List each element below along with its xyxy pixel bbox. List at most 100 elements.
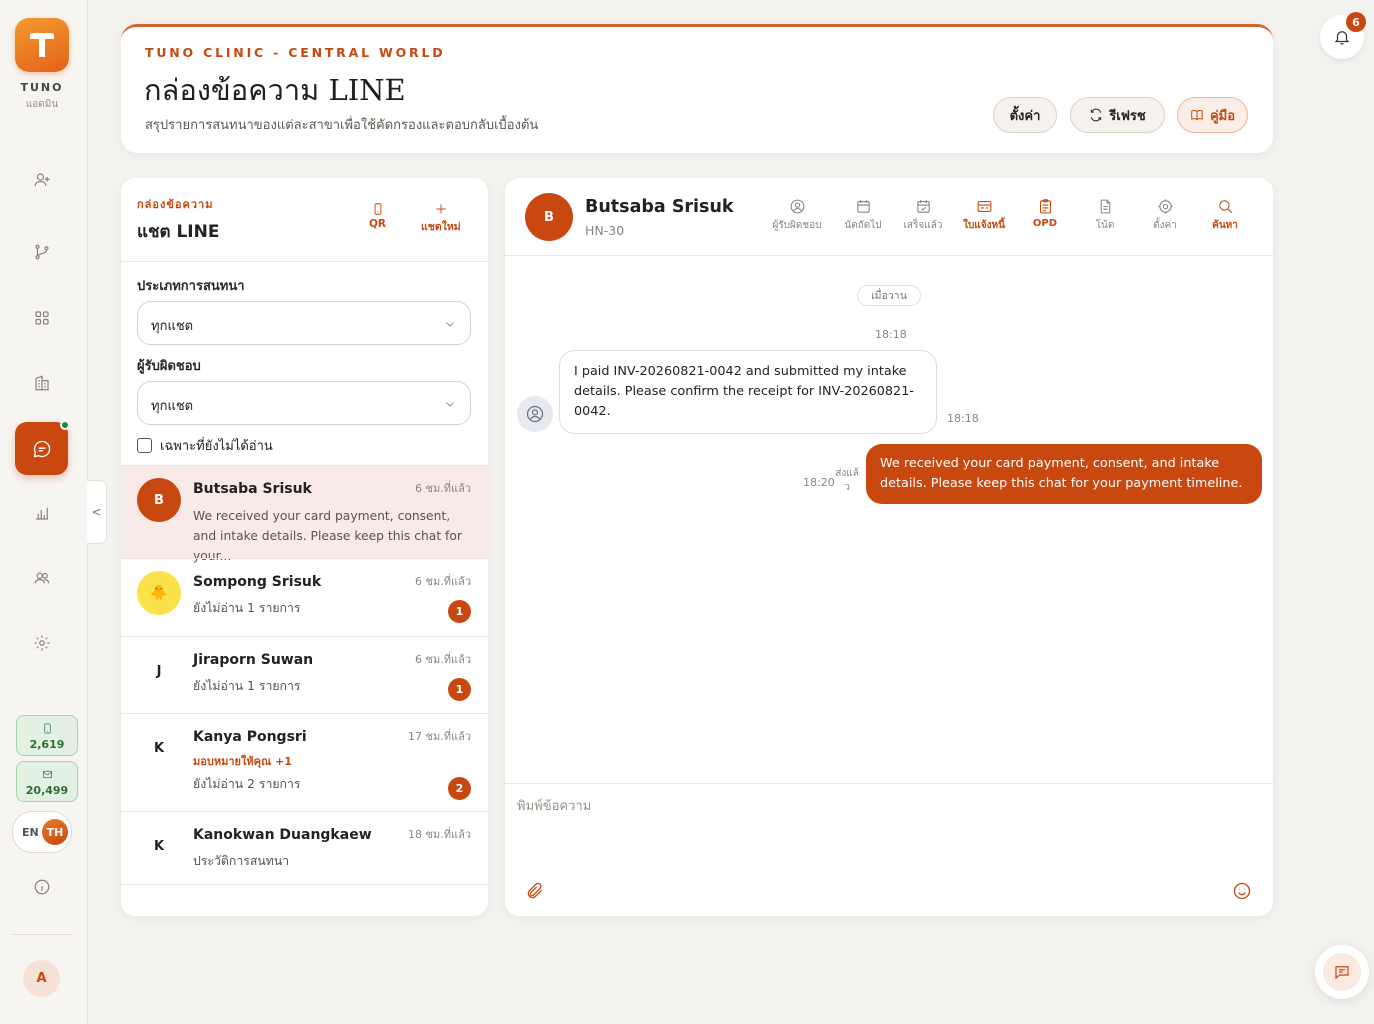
contact-name: Jiraporn Suwan [193, 652, 314, 668]
emoji-button[interactable] [1232, 881, 1252, 905]
avatar: K [153, 838, 165, 854]
divider [505, 783, 1273, 784]
chevron-down-icon [446, 402, 454, 407]
chat-type-select[interactable]: ทุกแชต [137, 301, 471, 345]
avatar: 🐥 [137, 571, 181, 615]
mail-icon [42, 770, 52, 779]
tuno-logo[interactable] [15, 18, 69, 72]
chat-settings-tool[interactable]: ตั้งค่า [1134, 198, 1196, 233]
sms-credit-value: 2,619 [29, 738, 65, 751]
chat-preview: ยังไม่อ่าน 2 รายการ [193, 777, 301, 791]
message-time: 18:20 [803, 476, 835, 489]
tool-label: เสร็จแล้ว [903, 220, 943, 231]
opd-tool[interactable]: OPD [1014, 198, 1076, 229]
user-circle-icon [790, 199, 804, 214]
phone-icon [43, 723, 51, 734]
lang-en-option[interactable]: EN [22, 826, 39, 839]
conversation-panel: B Butsaba Srisuk HN-30 ผู้รับผิดชอบ นัดถ… [505, 178, 1273, 916]
new-chat-button[interactable]: แชตใหม่ [421, 202, 461, 235]
search-tool[interactable]: ค้นหา [1194, 198, 1256, 233]
building-icon[interactable] [24, 365, 60, 401]
chat-preview: ยังไม่อ่าน 1 รายการ [193, 601, 301, 615]
contact-avatar [517, 396, 553, 432]
calendar-check-icon [916, 200, 930, 213]
settings-button[interactable]: ตั้งค่า [993, 97, 1057, 133]
chat-time: 17 ชม.ที่แล้ว [408, 730, 471, 743]
chat-list-item[interactable]: K Kanya Pongsri 17 ชม.ที่แล้ว มอบหมายให้… [121, 713, 488, 811]
refresh-icon [1091, 108, 1102, 122]
clinic-name: TUNO CLINIC - CENTRAL WORLD [145, 45, 446, 60]
language-switcher[interactable]: EN TH [12, 811, 72, 853]
notification-count-badge: 6 [1346, 12, 1366, 32]
chat-type-value: ทุกแชต [151, 319, 194, 334]
hospital-number: HN-30 [585, 223, 625, 238]
qr-button[interactable]: QR [369, 202, 386, 230]
email-credit-badge[interactable]: 20,499 [16, 761, 78, 802]
message-time: 18:18 [947, 412, 979, 425]
chat-time: 6 ชม.ที่แล้ว [415, 575, 471, 588]
chat-list-item[interactable]: J Jiraporn Suwan 6 ชม.ที่แล้ว ยังไม่อ่าน… [121, 636, 488, 713]
refresh-button[interactable]: รีเฟรช [1070, 97, 1165, 133]
invoice-tool[interactable]: ใบแจ้งหนี้ [953, 198, 1015, 233]
chevron-down-icon [446, 322, 454, 327]
chat-icon[interactable] [15, 422, 68, 475]
page-title: กล่องข้อความ LINE [144, 73, 406, 107]
user-avatar[interactable]: A [23, 960, 60, 997]
attach-button[interactable] [525, 881, 545, 905]
tool-label: โน้ต [1095, 220, 1115, 231]
grid-icon[interactable] [24, 300, 60, 336]
tool-label: ผู้รับผิดชอบ [772, 220, 822, 231]
sent-status: ส่งแล้ว [835, 468, 859, 493]
chat-list-item[interactable]: 🐥 Sompong Srisuk 6 ชม.ที่แล้ว ยังไม่อ่าน… [121, 558, 488, 636]
assignment-tag: มอบหมายให้คุณ +1 [193, 755, 292, 768]
checkbox-box[interactable] [137, 438, 152, 453]
chat-preview: We received your card payment, consent, … [193, 509, 462, 563]
brand-name: TUNO [20, 81, 64, 94]
sms-credit-badge[interactable]: 2,619 [16, 715, 78, 756]
note-icon [1100, 199, 1110, 214]
unread-badge: 1 [448, 600, 471, 623]
manual-button[interactable]: คู่มือ [1177, 97, 1248, 133]
collapse-panel-tab[interactable]: < [87, 480, 107, 544]
unread-only-checkbox[interactable]: เฉพาะที่ยังไม่ได้อ่าน [137, 435, 273, 456]
info-icon[interactable] [24, 869, 60, 905]
branch-icon[interactable] [24, 234, 60, 270]
outgoing-message: We received your card payment, consent, … [866, 444, 1262, 504]
gear-icon [1157, 199, 1173, 214]
settings-button-label: ตั้งค่า [1009, 108, 1041, 124]
bell-icon [1334, 31, 1350, 45]
contact-name: Sompong Srisuk [193, 574, 322, 590]
inbox-kicker: กล่องข้อความ [137, 198, 214, 211]
users-icon[interactable] [24, 560, 60, 596]
chart-icon[interactable] [24, 495, 60, 531]
calendar-icon [856, 200, 870, 213]
message-square-icon [1335, 966, 1349, 980]
clipboard-icon [1039, 199, 1051, 214]
lang-th-option[interactable]: TH [42, 819, 68, 845]
tuno-logo-mark [30, 33, 54, 57]
qr-button-label: QR [369, 218, 387, 230]
message-input[interactable]: พิมพ์ข้อความ [517, 795, 1257, 865]
gear-icon[interactable] [24, 625, 60, 661]
tool-label: นัดถัดไป [844, 220, 882, 231]
chat-list-item[interactable]: B Butsaba Srisuk 6 ชม.ที่แล้ว We receive… [121, 465, 488, 563]
paperclip-icon [527, 882, 543, 899]
chat-preview: ประวัติการสนทนา [193, 854, 290, 868]
manual-button-label: คู่มือ [1209, 108, 1236, 124]
floating-chat-button[interactable] [1315, 945, 1369, 999]
completed-tool[interactable]: เสร็จแล้ว [892, 198, 954, 233]
owner-select[interactable]: ทุกแชต [137, 381, 471, 425]
next-appointment-tool[interactable]: นัดถัดไป [832, 198, 894, 233]
add-user-icon[interactable] [24, 162, 60, 198]
unread-badge: 1 [448, 678, 471, 701]
contact-name: Kanokwan Duangkaew [193, 827, 372, 843]
page-subtitle: สรุปรายการสนทนาของแต่ละสาขาเพื่อใช้คัดกร… [145, 118, 539, 133]
owner-tool[interactable]: ผู้รับผิดชอบ [766, 198, 828, 233]
avatar: K [153, 740, 165, 756]
contact-name: Kanya Pongsri [193, 729, 307, 745]
invoice-icon [977, 201, 991, 212]
chat-list-item[interactable]: K Kanokwan Duangkaew 18 ชม.ที่แล้ว ประวั… [121, 811, 488, 885]
note-tool[interactable]: โน้ต [1074, 198, 1136, 233]
avatar: B [137, 478, 181, 522]
contact-name: Butsaba Srisuk [193, 481, 312, 497]
